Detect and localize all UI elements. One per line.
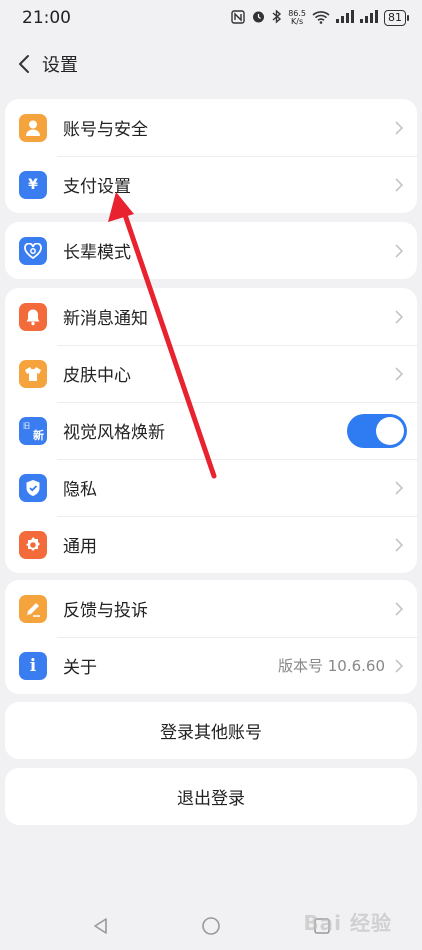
version-value: 版本号 10.6.60 bbox=[277, 657, 385, 675]
net-speed: 86.5 K/s bbox=[288, 10, 306, 26]
settings-item-privacy[interactable]: 隐私 bbox=[5, 459, 417, 516]
login-other-account-button[interactable]: 登录其他账号 bbox=[5, 702, 417, 759]
alarm-icon bbox=[251, 9, 266, 27]
back-button[interactable] bbox=[6, 44, 42, 84]
settings-item-about[interactable]: i 关于 版本号 10.6.60 bbox=[5, 637, 417, 694]
signal-icon-2 bbox=[360, 10, 378, 26]
nav-home-button[interactable] bbox=[201, 916, 221, 940]
settings-item-skin[interactable]: 皮肤中心 bbox=[5, 345, 417, 402]
logout-button[interactable]: 退出登录 bbox=[5, 768, 417, 825]
settings-item-label: 新消息通知 bbox=[63, 309, 148, 329]
settings-item-label: 支付设置 bbox=[63, 177, 131, 197]
yuan-icon: ¥ bbox=[19, 170, 47, 199]
page-header: 设置 bbox=[0, 44, 422, 84]
circle-home-icon bbox=[202, 917, 220, 935]
settings-item-label: 隐私 bbox=[63, 480, 97, 500]
visual-style-toggle[interactable] bbox=[347, 413, 407, 448]
settings-item-account-security[interactable]: 账号与安全 bbox=[5, 99, 417, 156]
elder-group: 长辈模式 bbox=[5, 222, 417, 279]
nfc-icon bbox=[231, 9, 245, 27]
bluetooth-icon bbox=[272, 9, 282, 27]
settings-item-label: 视觉风格焕新 bbox=[63, 423, 165, 443]
watermark: Bai 经验 bbox=[303, 911, 392, 935]
person-icon bbox=[19, 113, 47, 142]
settings-item-feedback[interactable]: 反馈与投诉 bbox=[5, 580, 417, 637]
chevron-right-icon bbox=[395, 120, 405, 136]
general-group: 新消息通知 皮肤中心 旧 新 视觉风格焕新 隐私 通用 bbox=[5, 288, 417, 573]
settings-item-payment[interactable]: ¥ 支付设置 bbox=[5, 156, 417, 213]
new-style-icon: 旧 新 bbox=[19, 416, 47, 445]
settings-item-visual-style[interactable]: 旧 新 视觉风格焕新 bbox=[5, 402, 417, 459]
icon-glyph-new: 新 bbox=[33, 428, 44, 442]
shield-icon bbox=[19, 473, 47, 502]
chevron-right-icon bbox=[395, 537, 405, 553]
chevron-right-icon bbox=[395, 177, 405, 193]
status-time: 21:00 bbox=[22, 8, 71, 28]
settings-item-label: 长辈模式 bbox=[63, 243, 131, 263]
chevron-right-icon bbox=[395, 243, 405, 259]
chevron-right-icon bbox=[395, 601, 405, 617]
info-icon: i bbox=[19, 651, 47, 680]
status-icons: 86.5 K/s 81 bbox=[231, 9, 409, 27]
nav-back-button[interactable] bbox=[92, 917, 110, 939]
chevron-right-icon bbox=[395, 309, 405, 325]
triangle-back-icon bbox=[93, 918, 107, 934]
settings-item-label: 通用 bbox=[63, 537, 97, 557]
shirt-icon bbox=[19, 359, 47, 388]
heart-icon bbox=[19, 236, 47, 265]
chevron-right-icon bbox=[395, 366, 405, 382]
chevron-right-icon bbox=[395, 658, 405, 674]
settings-item-label: 反馈与投诉 bbox=[63, 601, 148, 621]
settings-item-common[interactable]: 通用 bbox=[5, 516, 417, 573]
signal-icon bbox=[336, 10, 354, 26]
support-group: 反馈与投诉 i 关于 版本号 10.6.60 bbox=[5, 580, 417, 694]
status-bar: 21:00 86.5 K/s 81 bbox=[0, 0, 422, 36]
settings-item-label: 关于 bbox=[63, 658, 97, 678]
net-speed-unit: K/s bbox=[291, 17, 304, 26]
toggle-knob bbox=[376, 416, 404, 445]
account-group: 账号与安全 ¥ 支付设置 bbox=[5, 99, 417, 213]
pencil-icon bbox=[19, 594, 47, 623]
page-title: 设置 bbox=[42, 55, 78, 76]
bell-icon bbox=[19, 302, 47, 331]
icon-glyph-old: 旧 bbox=[23, 421, 30, 430]
settings-item-notifications[interactable]: 新消息通知 bbox=[5, 288, 417, 345]
chevron-right-icon bbox=[395, 480, 405, 496]
wifi-icon bbox=[312, 10, 330, 27]
settings-item-label: 账号与安全 bbox=[63, 120, 148, 140]
gear-icon bbox=[19, 530, 47, 559]
settings-item-label: 皮肤中心 bbox=[63, 366, 131, 386]
battery-indicator: 81 bbox=[384, 10, 409, 26]
back-arrow-icon bbox=[19, 55, 29, 73]
settings-item-elder-mode[interactable]: 长辈模式 bbox=[5, 222, 417, 279]
